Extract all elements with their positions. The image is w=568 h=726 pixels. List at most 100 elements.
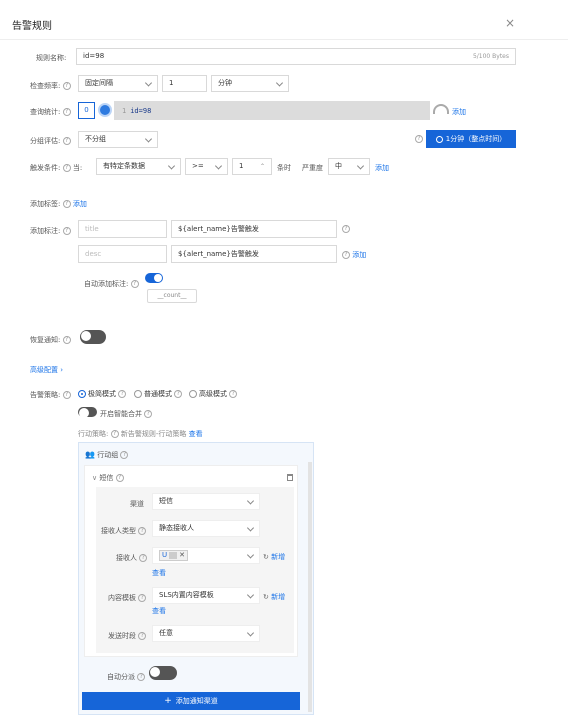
recipient-tag[interactable]: U ✕ <box>159 550 188 561</box>
action-group-scrollbar[interactable] <box>308 462 312 712</box>
close-icon[interactable]: × <box>505 16 515 30</box>
chevron-down-icon <box>275 78 284 87</box>
help-icon[interactable]: ? <box>62 164 71 172</box>
help-icon[interactable]: ? <box>62 227 71 235</box>
clock-icon <box>435 135 443 143</box>
refresh-icon[interactable]: ↻ <box>263 593 269 601</box>
template-view-link[interactable]: 查看 <box>152 606 166 616</box>
help-icon[interactable]: ? <box>62 82 71 90</box>
help-icon[interactable]: ? <box>62 200 71 208</box>
stepper-icon[interactable]: ⌃ <box>260 163 265 170</box>
check-freq-unit-select[interactable]: 分钟 <box>211 75 289 92</box>
auto-label-toggle[interactable] <box>145 273 163 283</box>
check-freq-value-input[interactable]: 1 <box>162 75 207 92</box>
annotation-key-input[interactable]: title <box>78 220 167 238</box>
help-icon[interactable]: ? <box>118 390 127 398</box>
gauge-icon[interactable] <box>433 104 449 114</box>
advanced-config-link[interactable]: 高级配置 › <box>30 365 63 375</box>
auto-label-tag-text: __count__ <box>157 292 187 299</box>
template-new-link[interactable]: 新增 <box>271 593 285 601</box>
help-icon[interactable]: ? <box>229 390 238 398</box>
auto-split-label: 自动分派 ? <box>107 672 146 682</box>
trigger-data-select[interactable]: 有特定条数据 <box>96 158 181 175</box>
chevron-down-icon <box>144 134 153 143</box>
help-icon[interactable]: ? <box>62 108 71 116</box>
template-new[interactable]: ↻ 新增 <box>263 592 285 602</box>
send-period-value: 任意 <box>159 629 173 637</box>
template-select[interactable]: SLS内置内容模板 <box>152 587 260 604</box>
help-icon[interactable]: ? <box>144 410 153 418</box>
smart-merge-toggle[interactable] <box>78 407 97 418</box>
help-icon[interactable]: ? <box>138 594 147 602</box>
trigger-add-link[interactable]: 添加 <box>375 163 389 173</box>
recovery-toggle[interactable] <box>80 330 106 344</box>
recipient-label: 接收人 ? <box>116 553 148 563</box>
send-period-select[interactable]: 任意 <box>152 625 260 642</box>
policy-label: 告警策略: ? <box>30 390 71 400</box>
annotation-value-input[interactable]: ${alert_name}告警触发 <box>171 220 337 238</box>
template-label: 内容模板 ? <box>108 593 147 603</box>
plus-icon: + <box>164 696 172 706</box>
query-add-link[interactable]: 添加 <box>452 107 466 117</box>
help-icon[interactable]: ? <box>137 673 146 681</box>
recipient-view-link[interactable]: 查看 <box>152 568 166 578</box>
help-icon[interactable]: ? <box>138 527 147 535</box>
trigger-count-value: 1 <box>239 162 244 170</box>
help-icon[interactable]: ? <box>174 390 183 398</box>
chevron-down-icon <box>246 550 255 559</box>
annotation-value-input[interactable]: ${alert_name}告警触发 <box>171 245 337 263</box>
recipient-new[interactable]: ↻ 新增 <box>263 552 285 562</box>
auto-split-toggle[interactable] <box>149 666 177 680</box>
tag-blur <box>169 552 178 559</box>
add-channel-button[interactable]: + 添加通知渠道 <box>82 692 300 710</box>
annotation-add-link[interactable]: 添加 <box>352 251 366 259</box>
help-icon[interactable]: ? <box>415 135 423 143</box>
query-count: 0 <box>84 106 89 114</box>
policy-mode-normal[interactable]: 普通模式 ? <box>134 389 183 399</box>
chevron-down-icon <box>214 161 223 170</box>
auto-label-tag: __count__ <box>147 289 197 303</box>
recipient-new-link[interactable]: 新增 <box>271 553 285 561</box>
labels-label-text: 添加标签: <box>30 200 61 208</box>
channel-section-header[interactable]: ∨ 短信 ? <box>92 473 124 483</box>
help-icon[interactable]: ? <box>138 632 147 640</box>
policy-mode-advanced[interactable]: 高级模式 ? <box>189 389 238 399</box>
labels-add-link[interactable]: 添加 <box>73 200 87 208</box>
help-icon[interactable]: ? <box>62 137 71 145</box>
help-icon[interactable]: ? <box>342 251 350 259</box>
help-icon[interactable]: ? <box>139 554 148 562</box>
check-freq-mode-value: 固定间隔 <box>85 79 113 87</box>
help-icon[interactable]: ? <box>130 280 139 288</box>
channel-select[interactable]: 短信 <box>152 493 260 510</box>
dialog-title: 告警规则 <box>12 21 52 32</box>
close-icon[interactable]: ✕ <box>179 552 185 559</box>
policy-mode-simple[interactable]: 极简模式 ? <box>78 389 127 399</box>
action-policy-view-link[interactable]: 查看 <box>189 430 203 438</box>
help-icon[interactable]: ? <box>62 336 71 344</box>
help-icon[interactable]: ? <box>120 451 129 459</box>
annotation-key-input[interactable]: desc <box>78 245 167 263</box>
help-icon[interactable]: ? <box>115 474 124 482</box>
trash-icon[interactable] <box>287 474 293 481</box>
check-freq-mode-select[interactable]: 固定间隔 <box>78 75 158 92</box>
help-icon[interactable]: ? <box>62 391 71 399</box>
group-eval-select[interactable]: 不分组 <box>78 131 158 148</box>
auto-label-label: 自动添加标注: ? <box>84 279 139 289</box>
query-label: 查询统计: ? <box>30 107 71 117</box>
query-count-box[interactable]: 0 <box>78 102 95 119</box>
time-button[interactable]: 1分钟（整点时间） <box>426 130 516 148</box>
recipient-select[interactable]: U ✕ <box>152 547 260 564</box>
trigger-severity-select[interactable]: 中 <box>328 158 370 175</box>
recipient-label-text: 接收人 <box>116 554 137 562</box>
recipient-type-select[interactable]: 静态接收人 <box>152 520 260 537</box>
query-search-icon[interactable] <box>98 103 112 117</box>
help-icon[interactable]: ? <box>110 430 119 438</box>
recipient-type-value: 静态接收人 <box>159 524 194 532</box>
refresh-icon[interactable]: ↻ <box>263 553 269 561</box>
query-editor[interactable]: 1 id=98 <box>114 101 430 120</box>
trigger-count-input[interactable]: 1 ⌃ <box>232 158 272 175</box>
help-icon[interactable]: ? <box>342 225 350 233</box>
trigger-op-select[interactable]: >= <box>185 158 228 175</box>
rule-name-input[interactable]: id=98 5/100 Bytes <box>76 48 516 65</box>
trigger-data-value: 有特定条数据 <box>103 162 145 170</box>
